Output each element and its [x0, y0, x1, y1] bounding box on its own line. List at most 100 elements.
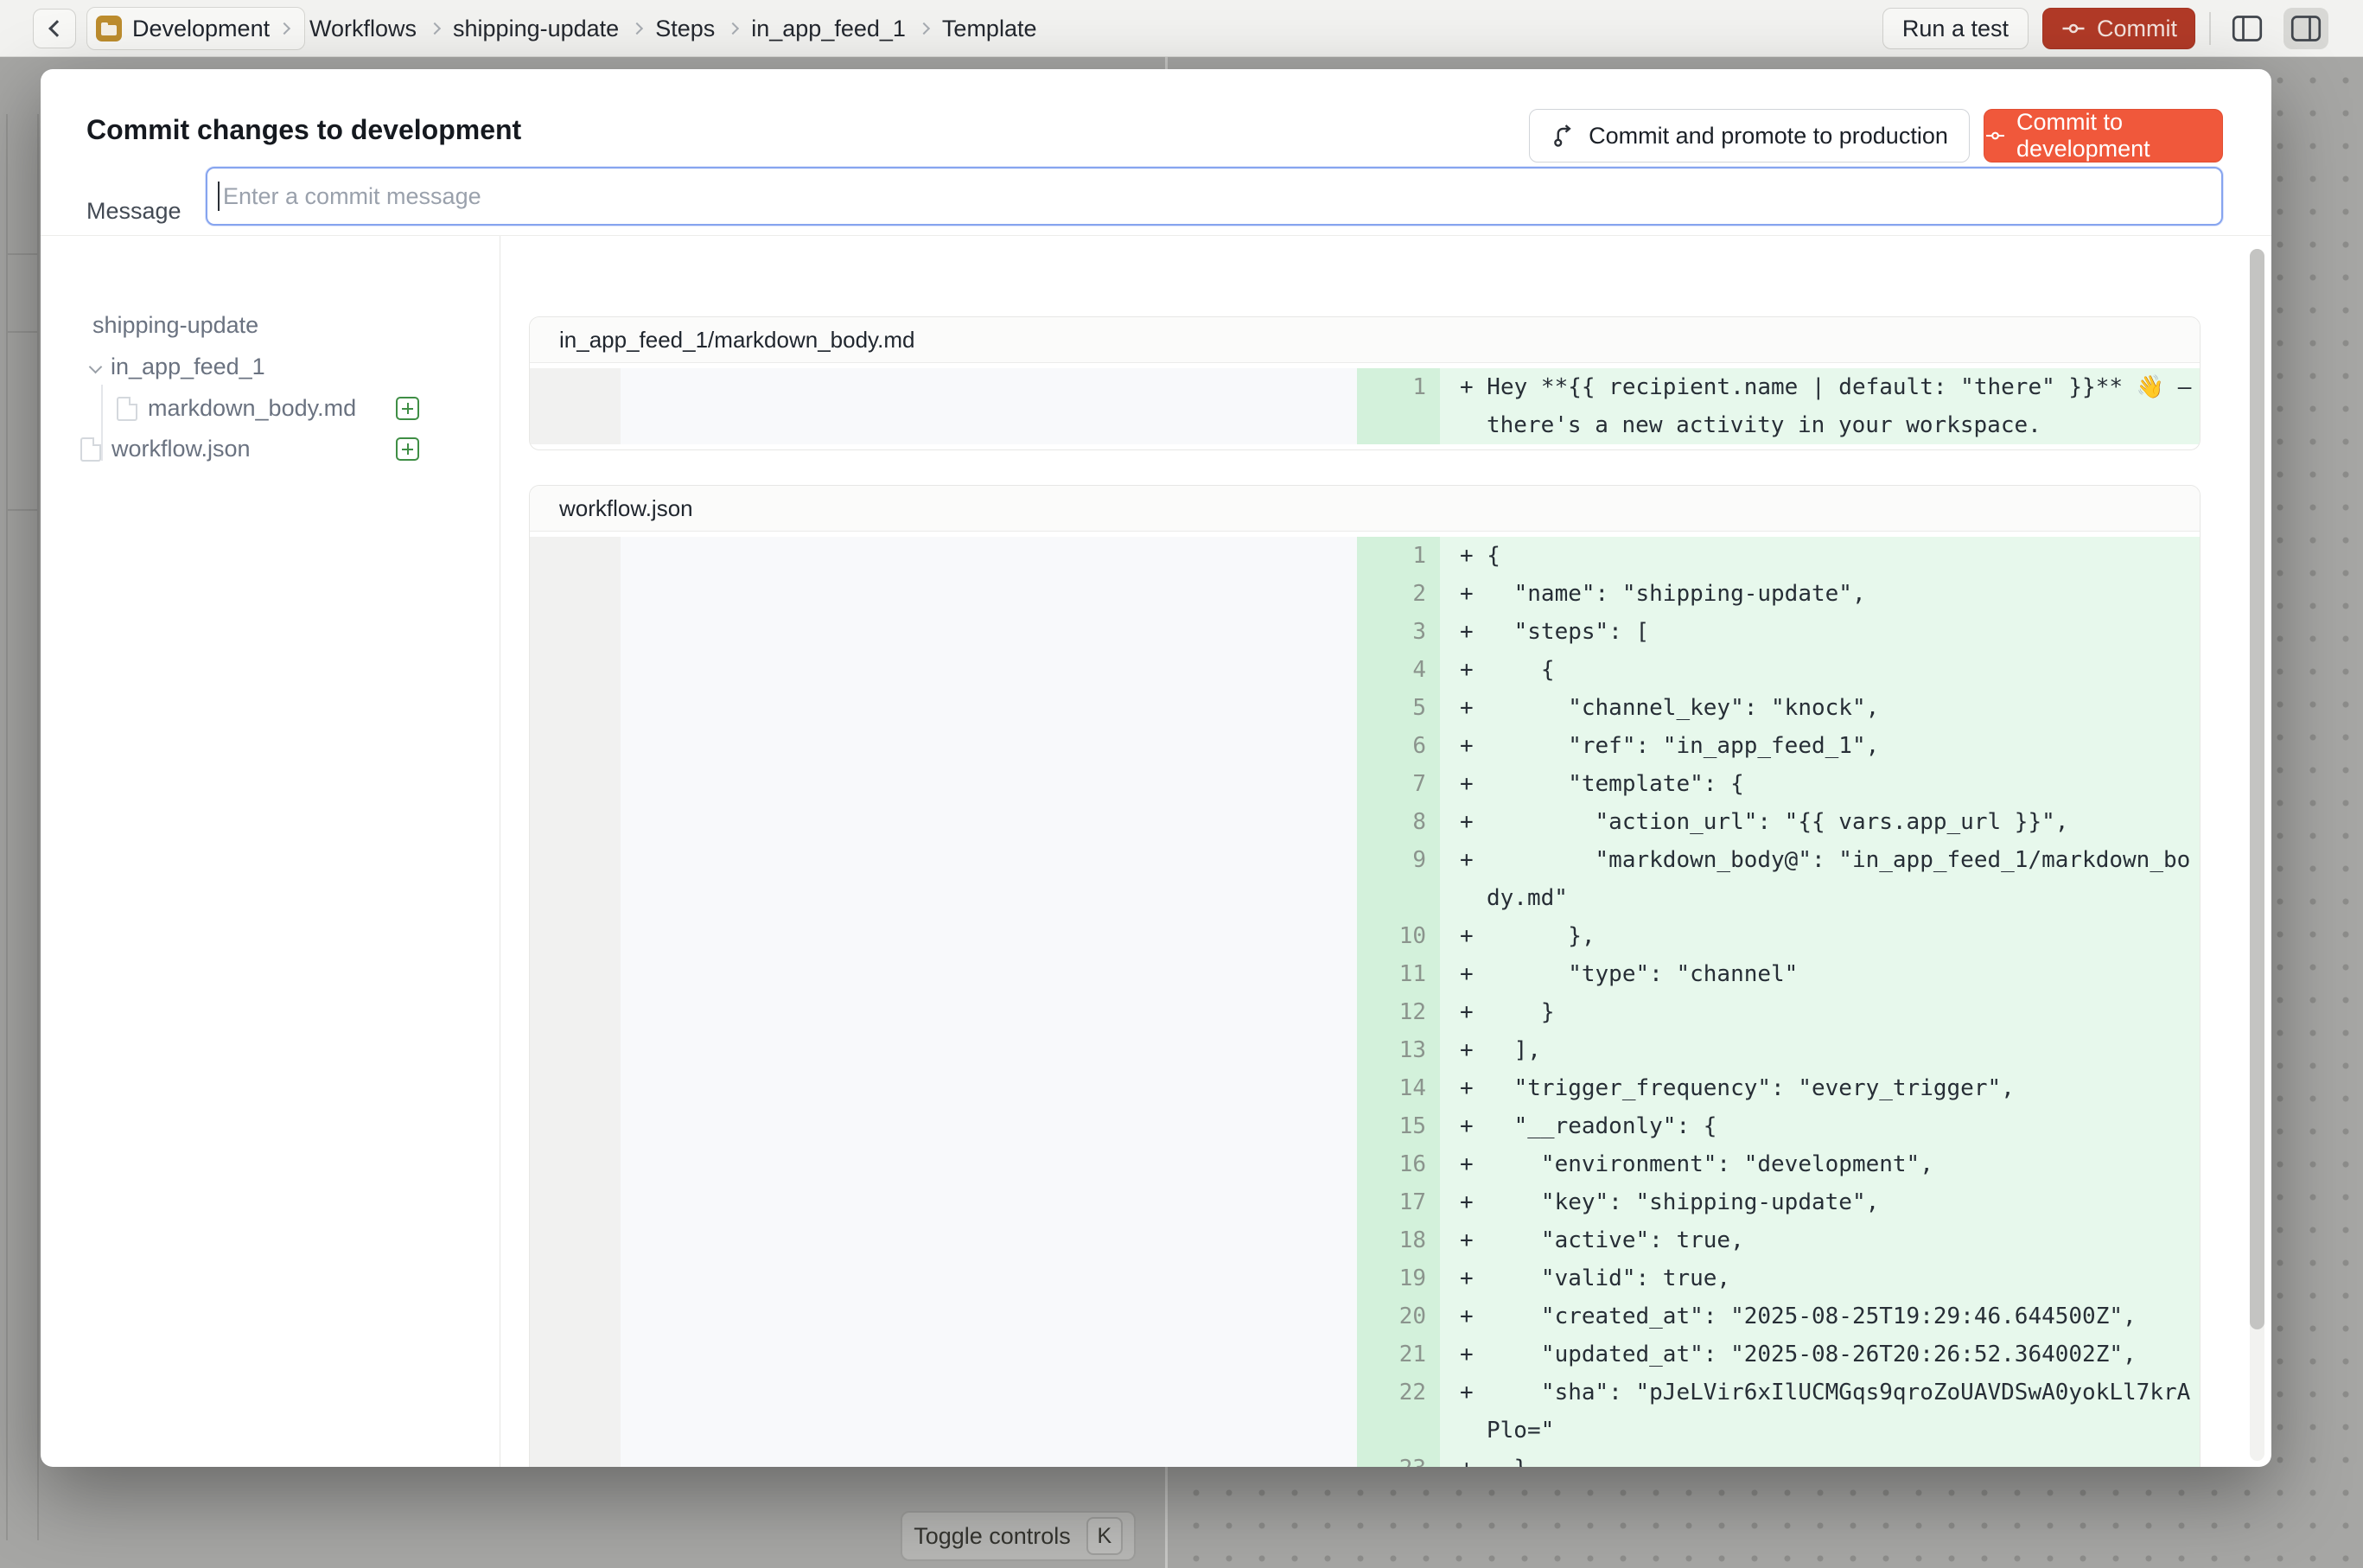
diff-added-icon — [396, 437, 419, 461]
diff-old-side — [621, 1259, 1357, 1297]
diff-old-gutter — [530, 1069, 621, 1107]
tree-file-workflow-json[interactable]: workflow.json — [80, 436, 251, 462]
background-panel-divider — [6, 331, 39, 333]
diff-added-line: + { — [1440, 651, 2200, 689]
tree-file-label: workflow.json — [111, 436, 251, 462]
commit-and-promote-button[interactable]: Commit and promote to production — [1529, 109, 1970, 163]
commit-to-development-button[interactable]: Commit to development — [1984, 109, 2223, 163]
background-panel-divider — [6, 253, 39, 255]
diff-added-line: + } — [1440, 993, 2200, 1031]
diff-added-line: + "steps": [ — [1440, 613, 2200, 651]
diff-old-side — [621, 803, 1357, 841]
diff-line-number: 10 — [1357, 917, 1440, 955]
file-icon — [117, 397, 137, 421]
diff-old-gutter — [530, 1145, 621, 1183]
tree-file-markdown-body[interactable]: markdown_body.md — [117, 395, 356, 422]
diff-old-side — [621, 1450, 1357, 1467]
environment-badge[interactable]: Development — [86, 7, 305, 50]
diff-old-side — [621, 368, 1357, 444]
breadcrumb-item-Template[interactable]: Template — [942, 16, 1037, 42]
left-panel-toggle-button[interactable] — [2225, 8, 2270, 49]
diff-line-number: 19 — [1357, 1259, 1440, 1297]
toggle-controls-button[interactable]: Toggle controls K — [901, 1511, 1136, 1561]
diff-added-line: + "name": "shipping-update", — [1440, 575, 2200, 613]
diff-body: 1+ Hey **{{ recipient.name | default: "t… — [530, 363, 2200, 449]
diff-old-side — [621, 1183, 1357, 1221]
diff-line-number: 4 — [1357, 651, 1440, 689]
diff-line-number: 13 — [1357, 1031, 1440, 1069]
diff-added-line: + "template": { — [1440, 765, 2200, 803]
diff-old-side — [621, 537, 1357, 575]
modal-title: Commit changes to development — [86, 114, 521, 146]
breadcrumb-item-in_app_feed_1[interactable]: in_app_feed_1 — [751, 16, 906, 42]
chevron-right-icon — [278, 22, 290, 35]
commit-icon — [2060, 16, 2086, 41]
diff-row: 6+ "ref": "in_app_feed_1", — [530, 727, 2200, 765]
diff-line-number: 3 — [1357, 613, 1440, 651]
message-label: Message — [86, 182, 182, 240]
back-button[interactable] — [33, 9, 76, 48]
diff-row: 18+ "active": true, — [530, 1221, 2200, 1259]
changed-files-tree: shipping-update in_app_feed_1 markdown_b… — [41, 236, 500, 1467]
diff-row: 15+ "__readonly": { — [530, 1107, 2200, 1145]
right-panel-icon — [2290, 15, 2322, 42]
diff-row: 10+ }, — [530, 917, 2200, 955]
modal-scrollbar-thumb[interactable] — [2250, 249, 2264, 1329]
commit-message-input[interactable] — [206, 167, 2223, 226]
diff-old-gutter — [530, 1297, 621, 1335]
commit-icon — [1984, 123, 2006, 149]
diff-line-number: 12 — [1357, 993, 1440, 1031]
diff-line-number: 17 — [1357, 1183, 1440, 1221]
diff-row: 1+ Hey **{{ recipient.name | default: "t… — [530, 368, 2200, 444]
diff-old-gutter — [530, 1374, 621, 1450]
topbar-commit-button[interactable]: Commit — [2042, 8, 2195, 49]
run-a-test-label: Run a test — [1902, 16, 2009, 42]
diff-added-line: + "environment": "development", — [1440, 1145, 2200, 1183]
diff-old-gutter — [530, 537, 621, 575]
diff-old-side — [621, 1221, 1357, 1259]
diff-old-gutter — [530, 1450, 621, 1467]
tree-folder-in-app-feed[interactable]: in_app_feed_1 — [91, 354, 265, 380]
tree-root-label: shipping-update — [92, 312, 258, 339]
right-panel-toggle-button[interactable] — [2283, 8, 2328, 49]
environment-folder-icon — [96, 16, 122, 41]
modal-scrollbar-track[interactable] — [2250, 249, 2264, 1461]
diff-line-number: 22 — [1357, 1374, 1440, 1450]
diff-old-side — [621, 651, 1357, 689]
diff-added-line: + "updated_at": "2025-08-26T20:26:52.364… — [1440, 1335, 2200, 1374]
background-panel-edge — [37, 114, 39, 1540]
diff-old-gutter — [530, 917, 621, 955]
diff-row: 13+ ], — [530, 1031, 2200, 1069]
diff-line-number: 1 — [1357, 537, 1440, 575]
diff-file-path: workflow.json — [530, 486, 2200, 532]
diff-added-line: + "type": "channel" — [1440, 955, 2200, 993]
diff-added-line: + "active": true, — [1440, 1221, 2200, 1259]
diff-added-line: + { — [1440, 537, 2200, 575]
diff-row: 12+ } — [530, 993, 2200, 1031]
diff-row: 23+ } — [530, 1450, 2200, 1467]
environment-badge-label: Development — [132, 16, 270, 42]
text-cursor — [218, 182, 220, 211]
file-icon — [80, 437, 101, 462]
diff-line-number: 21 — [1357, 1335, 1440, 1374]
diff-old-gutter — [530, 841, 621, 917]
diff-row: 8+ "action_url": "{{ vars.app_url }}", — [530, 803, 2200, 841]
diff-old-side — [621, 1335, 1357, 1374]
diff-old-gutter — [530, 575, 621, 613]
diff-old-gutter — [530, 613, 621, 651]
breadcrumb-item-shipping-update[interactable]: shipping-update — [453, 16, 619, 42]
diff-old-side — [621, 1297, 1357, 1335]
diff-old-gutter — [530, 955, 621, 993]
breadcrumb-item-Workflows[interactable]: Workflows — [309, 16, 417, 42]
diff-old-gutter — [530, 1259, 621, 1297]
run-a-test-button[interactable]: Run a test — [1882, 8, 2029, 49]
toggle-controls-label: Toggle controls — [914, 1523, 1071, 1550]
breadcrumb-item-Steps[interactable]: Steps — [655, 16, 715, 42]
diff-old-side — [621, 1374, 1357, 1450]
diff-line-number: 8 — [1357, 803, 1440, 841]
diff-row: 11+ "type": "channel" — [530, 955, 2200, 993]
diff-added-line: + Hey **{{ recipient.name | default: "th… — [1440, 368, 2200, 444]
diff-line-number: 23 — [1357, 1450, 1440, 1467]
tree-workflow-root[interactable]: shipping-update — [92, 312, 258, 339]
diff-line-number: 1 — [1357, 368, 1440, 444]
